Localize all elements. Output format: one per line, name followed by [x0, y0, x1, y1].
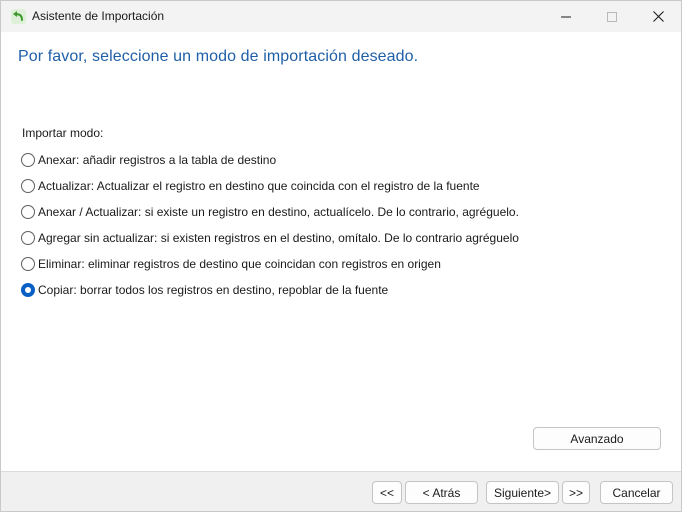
- next-button[interactable]: Siguiente>: [486, 481, 559, 504]
- cancel-button[interactable]: Cancelar: [600, 481, 673, 504]
- minimize-button[interactable]: [543, 1, 589, 32]
- radio-option-add-no-update[interactable]: Agregar sin actualizar: si existen regis…: [21, 230, 519, 246]
- maximize-button: [589, 1, 635, 32]
- import-wizard-icon: [10, 8, 27, 25]
- minimize-icon: [561, 16, 571, 17]
- close-icon: [652, 11, 664, 22]
- radio-button[interactable]: [21, 205, 35, 219]
- radio-button[interactable]: [21, 231, 35, 245]
- radio-option-delete[interactable]: Eliminar: eliminar registros de destino …: [21, 256, 441, 272]
- radio-button[interactable]: [21, 257, 35, 271]
- radio-option-copy[interactable]: Copiar: borrar todos los registros en de…: [21, 282, 388, 298]
- radio-button[interactable]: [21, 153, 35, 167]
- first-page-button[interactable]: <<: [372, 481, 402, 504]
- radio-option-append-update[interactable]: Anexar / Actualizar: si existe un regist…: [21, 204, 519, 220]
- radio-button-selected[interactable]: [21, 283, 35, 297]
- close-button[interactable]: [635, 1, 681, 32]
- radio-option-label: Anexar / Actualizar: si existe un regist…: [38, 205, 519, 219]
- advanced-button[interactable]: Avanzado: [533, 427, 661, 450]
- radio-button[interactable]: [21, 179, 35, 193]
- import-wizard-window: Asistente de Importación Por favor, sele…: [0, 0, 682, 512]
- last-page-button[interactable]: >>: [562, 481, 590, 504]
- back-button[interactable]: < Atrás: [405, 481, 478, 504]
- window-title: Asistente de Importación: [32, 9, 165, 23]
- page-heading: Por favor, seleccione un modo de importa…: [18, 48, 419, 65]
- maximize-icon: [607, 11, 617, 22]
- import-mode-label: Importar modo:: [22, 126, 104, 140]
- radio-option-label: Actualizar: Actualizar el registro en de…: [38, 179, 480, 193]
- title-bar[interactable]: Asistente de Importación: [1, 1, 681, 32]
- radio-option-label: Copiar: borrar todos los registros en de…: [38, 283, 389, 297]
- radio-option-label: Eliminar: eliminar registros de destino …: [38, 257, 441, 271]
- radio-option-label: Agregar sin actualizar: si existen regis…: [38, 231, 519, 245]
- radio-option-label: Anexar: añadir registros a la tabla de d…: [38, 153, 277, 167]
- radio-option-update[interactable]: Actualizar: Actualizar el registro en de…: [21, 178, 480, 194]
- radio-option-append[interactable]: Anexar: añadir registros a la tabla de d…: [21, 152, 276, 168]
